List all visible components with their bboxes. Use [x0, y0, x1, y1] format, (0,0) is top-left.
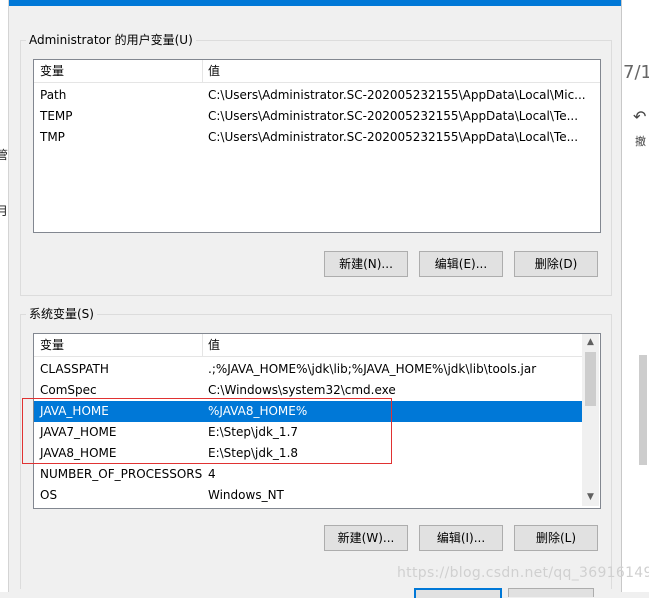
column-header-variable[interactable]: 变量 [34, 334, 64, 356]
user-edit-button[interactable]: 编辑(E)... [419, 251, 503, 277]
system-edit-button[interactable]: 编辑(I)... [419, 525, 503, 551]
undo-icon: ↶ [633, 107, 647, 126]
watermark-text: https://blog.csdn.net/qq_36916149 [397, 565, 649, 581]
background-text: 管 [0, 148, 9, 162]
scroll-thumb[interactable] [585, 352, 596, 406]
list-item[interactable]: TMP C:\Users\Administrator.SC-2020052321… [34, 127, 600, 148]
scroll-up-icon[interactable]: ▲ [582, 334, 599, 351]
dialog-right-edge [621, 0, 622, 592]
column-header-variable[interactable]: 变量 [34, 60, 64, 82]
background-text: 月 [0, 204, 9, 218]
user-delete-button[interactable]: 删除(D) [514, 251, 598, 277]
system-variables-label: 系统变量(S) [26, 306, 97, 322]
dialog-left-edge [8, 0, 9, 592]
scroll-down-icon[interactable]: ▼ [582, 489, 599, 506]
background-window-left [0, 0, 8, 592]
list-header: 变量 值 [34, 334, 582, 357]
vertical-scrollbar[interactable]: ▲ ▼ [582, 334, 599, 506]
undo-label: 撤 [635, 135, 646, 148]
list-header: 变量 值 [34, 60, 600, 83]
user-new-button[interactable]: 新建(N)... [324, 251, 408, 277]
list-item[interactable]: CLASSPATH .;%JAVA_HOME%\jdk\lib;%JAVA_HO… [34, 359, 582, 380]
background-date-text: 7/1( [623, 62, 649, 83]
column-header-value[interactable]: 值 [202, 60, 220, 82]
ok-button[interactable] [414, 588, 502, 598]
title-bar-accent [9, 0, 621, 6]
annotation-highlight-box [22, 398, 392, 464]
cancel-button[interactable] [508, 588, 594, 597]
column-header-value[interactable]: 值 [202, 334, 220, 356]
user-variables-label: Administrator 的用户变量(U) [26, 32, 196, 48]
list-item[interactable]: OS Windows_NT [34, 485, 582, 506]
background-scroll-thumb [639, 355, 647, 465]
list-item[interactable]: TEMP C:\Users\Administrator.SC-202005232… [34, 106, 600, 127]
user-variables-list[interactable]: 变量 值 Path C:\Users\Administrator.SC-2020… [33, 59, 601, 233]
list-item[interactable]: NUMBER_OF_PROCESSORS 4 [34, 464, 582, 485]
list-item[interactable]: Path C:\Users\Administrator.SC-202005232… [34, 85, 600, 106]
system-delete-button[interactable]: 删除(L) [514, 525, 598, 551]
system-new-button[interactable]: 新建(W)... [324, 525, 408, 551]
background-window-right [622, 0, 649, 592]
